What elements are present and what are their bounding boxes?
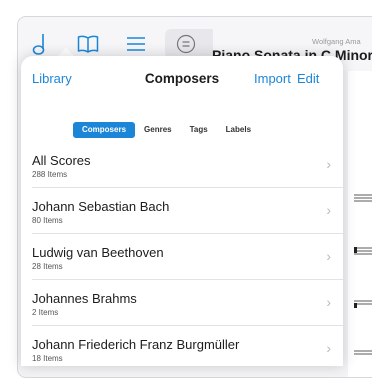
- row-count: 28 Items: [32, 262, 63, 271]
- list-item[interactable]: Johann Friederich Franz Burgmüller 18 It…: [32, 326, 343, 366]
- row-title: Johann Sebastian Bach: [32, 199, 170, 214]
- row-count: 288 Items: [32, 170, 68, 179]
- popover-nav-bar: Library Composers Import Edit: [21, 56, 343, 96]
- row-title: Johann Friederich Franz Burgmüller: [32, 337, 240, 352]
- list-icon[interactable]: [125, 31, 147, 57]
- chevron-right-icon: ›: [326, 294, 331, 310]
- chevron-right-icon: ›: [326, 156, 331, 172]
- category-segmented-control: Composers Genres Tags Labels: [73, 122, 260, 138]
- row-title: Ludwig van Beethoven: [32, 245, 164, 260]
- staff-lines-icon: [354, 194, 372, 355]
- composer-list: All Scores 288 Items › Johann Sebastian …: [21, 142, 343, 366]
- row-count: 80 Items: [32, 216, 63, 225]
- sheet-music-page: [348, 71, 372, 377]
- book-icon[interactable]: [76, 31, 100, 57]
- list-item[interactable]: All Scores 288 Items ›: [32, 142, 343, 188]
- row-count: 2 Items: [32, 308, 59, 317]
- import-button[interactable]: Import: [254, 71, 291, 86]
- popover-title: Composers: [144, 71, 220, 86]
- list-item[interactable]: Johannes Brahms 2 Items ›: [32, 280, 343, 326]
- composer-label: Wolfgang Ama: [312, 37, 361, 46]
- chevron-right-icon: ›: [326, 340, 331, 356]
- row-count: 18 Items: [32, 354, 63, 363]
- segment-tags[interactable]: Tags: [181, 122, 217, 138]
- row-title: Johannes Brahms: [32, 291, 137, 306]
- library-popover: Library Composers Import Edit Composers …: [21, 56, 343, 366]
- segment-genres[interactable]: Genres: [135, 122, 181, 138]
- row-title: All Scores: [32, 153, 91, 168]
- music-note-icon[interactable]: [30, 31, 50, 57]
- chevron-right-icon: ›: [326, 248, 331, 264]
- chevron-right-icon: ›: [326, 202, 331, 218]
- list-item[interactable]: Johann Sebastian Bach 80 Items ›: [32, 188, 343, 234]
- segment-composers[interactable]: Composers: [73, 122, 136, 138]
- tuning-icon[interactable]: [165, 29, 213, 59]
- segment-labels[interactable]: Labels: [217, 122, 260, 138]
- edit-button[interactable]: Edit: [297, 71, 319, 86]
- list-item[interactable]: Ludwig van Beethoven 28 Items ›: [32, 234, 343, 280]
